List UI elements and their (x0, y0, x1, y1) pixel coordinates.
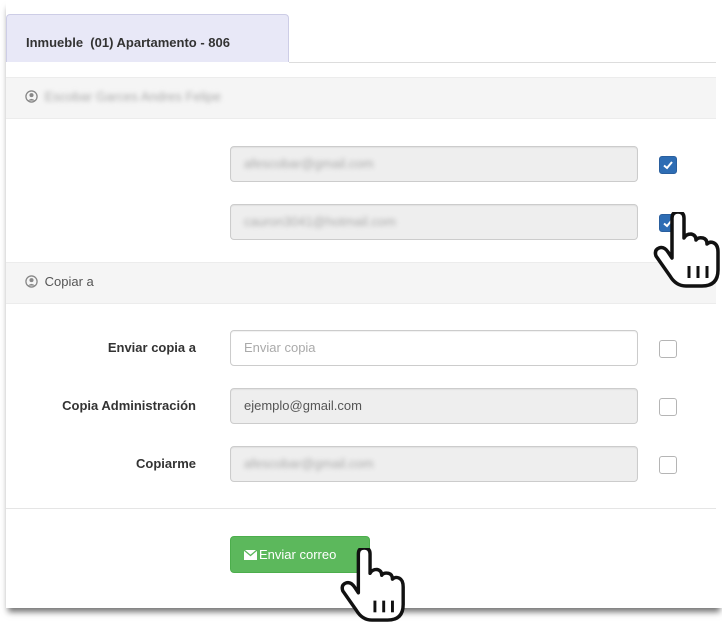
tab-label: Inmueble (01) Apartamento - 806 (26, 35, 230, 50)
copia-admin-label: Copia Administración (62, 398, 196, 413)
recipient-header: Escobar Garces Andres Felipe (6, 77, 716, 119)
send-email-label: Enviar correo (259, 547, 337, 562)
divider (6, 508, 716, 509)
enviar-copia-input[interactable]: Enviar copia (230, 330, 638, 366)
enviar-copia-label: Enviar copia a (107, 340, 196, 355)
copy-title: Copiar a (44, 274, 94, 289)
tab-inmueble[interactable]: Inmueble (01) Apartamento - 806 (6, 14, 289, 62)
copiarme-checkbox[interactable] (659, 456, 677, 474)
hand-cursor-icon (653, 212, 720, 288)
enviar-copia-checkbox[interactable] (659, 340, 677, 358)
recipient-email-1[interactable]: afescobar@gmail.com (230, 146, 638, 182)
copia-admin-checkbox[interactable] (659, 398, 677, 416)
hand-cursor-icon (340, 548, 405, 622)
tab-divider (289, 62, 716, 63)
copiarme-label: Copiarme (136, 456, 196, 471)
copia-admin-field[interactable]: ejemplo@gmail.com (230, 388, 638, 424)
envelope-icon (243, 549, 258, 560)
recipient-email-2[interactable]: cauron3041@hotmail.com (230, 204, 638, 240)
recipient-name: Escobar Garces Andres Felipe (44, 89, 221, 104)
user-icon (25, 275, 38, 291)
copy-header: Copiar a (6, 262, 716, 304)
copiarme-field[interactable]: afescobar@gmail.com (230, 446, 638, 482)
recipient-email-1-checkbox[interactable] (659, 156, 677, 174)
user-icon (25, 90, 38, 106)
